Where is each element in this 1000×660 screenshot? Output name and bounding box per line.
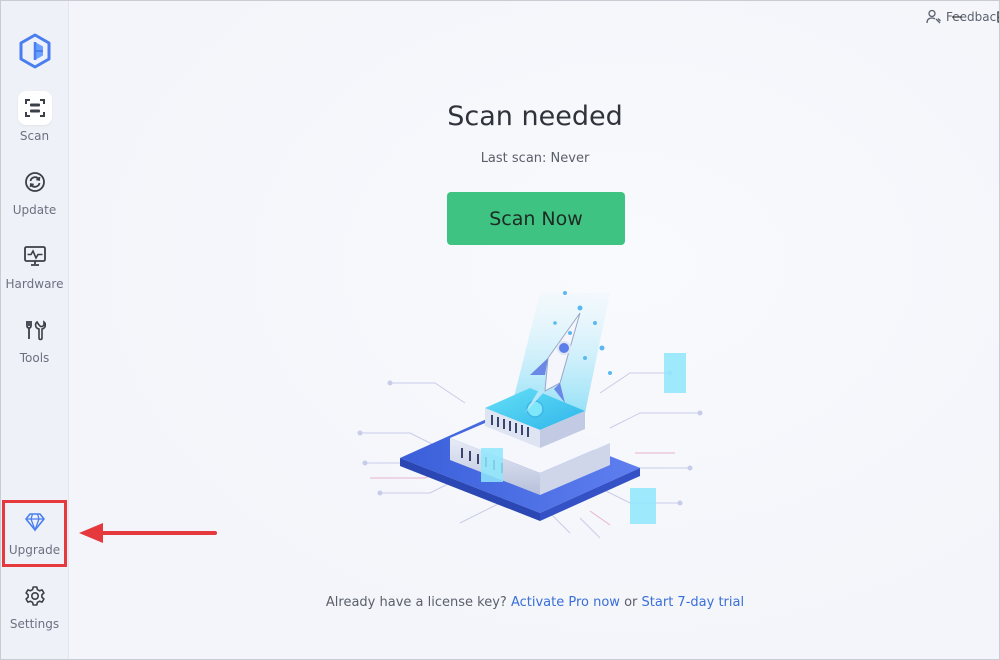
license-footer: Already have a license key? Activate Pro… [70,595,999,610]
sidebar-item-label: Settings [9,617,60,631]
page-title: Scan needed [447,101,623,132]
sidebar-item-settings[interactable]: Settings [1,579,68,647]
scan-now-button[interactable]: Scan Now [447,192,625,245]
sidebar-item-hardware[interactable]: Hardware [1,239,68,307]
app-logo [19,33,51,69]
scan-icon [17,91,52,125]
callout-arrow-icon [79,523,217,543]
monitor-pulse-icon [18,239,52,273]
app-window: Scan Update Hardware Tools Upgrade Setti… [0,0,1000,660]
main-panel: Feedback Scan needed Last scan: Never Sc… [70,1,999,659]
sidebar-item-update[interactable]: Update [1,165,68,233]
maximize-button[interactable] [990,5,999,29]
minimize-icon [952,16,962,18]
activate-pro-link[interactable]: Activate Pro now [511,595,620,610]
rocket-chip-illustration [357,291,703,539]
sidebar-item-tools[interactable]: Tools [1,313,68,381]
sidebar-item-label: Hardware [5,277,64,291]
update-icon [18,165,52,199]
gear-icon [18,579,52,613]
minimize-button[interactable] [944,5,970,29]
last-scan-text: Last scan: Never [480,151,590,166]
license-prompt: Already have a license key? [325,595,507,610]
feedback-icon [926,9,941,24]
sidebar-item-label: Scan [19,129,50,143]
title-bar: Feedback [138,1,999,33]
sidebar: Scan Update Hardware Tools Upgrade Setti… [1,1,69,659]
upgrade-highlight-box [2,500,67,567]
sidebar-item-scan[interactable]: Scan [1,91,68,159]
sidebar-item-label: Update [12,203,57,217]
tools-icon [18,313,52,347]
sidebar-item-label: Tools [19,351,50,365]
start-trial-link[interactable]: Start 7-day trial [642,595,745,610]
or-text: or [624,595,638,610]
